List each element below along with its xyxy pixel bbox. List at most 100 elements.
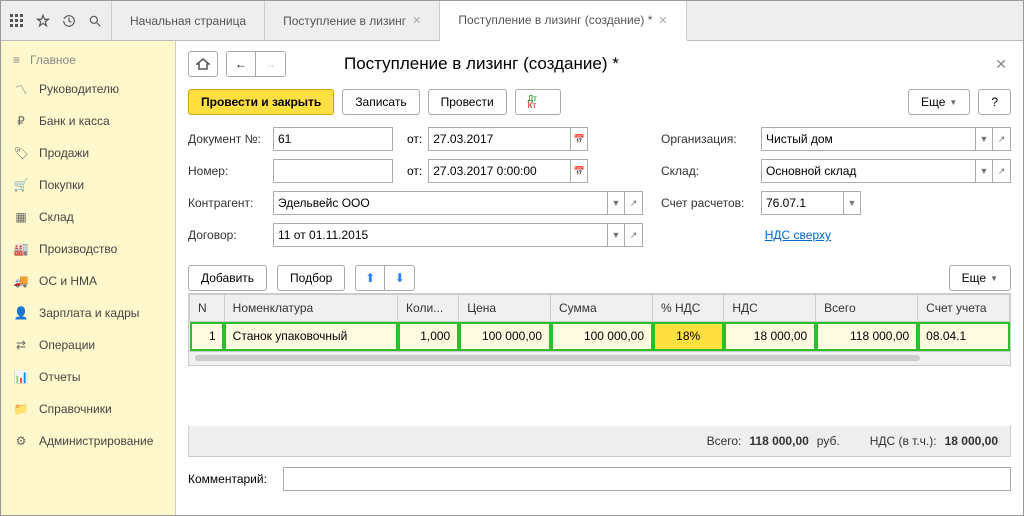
app-window: Начальная страница Поступление в лизинг✕… (0, 0, 1024, 516)
chevron-down-icon[interactable]: ▼ (607, 223, 625, 247)
vat-label: НДС (в т.ч.): (870, 434, 937, 448)
cell-nomen[interactable]: Станок упаковочный (224, 322, 397, 351)
sidebar-item[interactable]: ▦Склад (1, 201, 175, 233)
home-button[interactable] (188, 51, 218, 77)
search-icon[interactable] (87, 13, 103, 29)
write-button[interactable]: Записать (342, 89, 419, 115)
tab-1[interactable]: Поступление в лизинг✕ (265, 1, 440, 40)
cell-n[interactable]: 1 (190, 322, 225, 351)
move-up-button[interactable]: ⬆ (355, 265, 385, 291)
close-button[interactable]: ✕ (991, 52, 1011, 77)
col-sum[interactable]: Сумма (551, 295, 653, 322)
warehouse-icon: ▦ (13, 209, 29, 225)
open-icon[interactable]: ↗ (625, 223, 643, 247)
date1-input[interactable]: 27.03.2017 📅 (428, 127, 588, 151)
cell-vat[interactable]: 18 000,00 (724, 322, 816, 351)
help-button[interactable]: ? (978, 89, 1011, 115)
post-button[interactable]: Провести (428, 89, 507, 115)
top-bar: Начальная страница Поступление в лизинг✕… (1, 1, 1023, 41)
star-icon[interactable] (35, 13, 51, 29)
sidebar-item-label: Главное (30, 53, 76, 67)
tab-2[interactable]: Поступление в лизинг (создание) *✕ (440, 1, 686, 41)
apps-icon[interactable] (9, 13, 25, 29)
col-nomen[interactable]: Номенклатура (224, 295, 397, 322)
sidebar-item[interactable]: 📁Справочники (1, 393, 175, 425)
table-more-button[interactable]: Еще▼ (949, 265, 1011, 291)
cell-price[interactable]: 100 000,00 (459, 322, 551, 351)
contragent-combo[interactable]: Эдельвейс ООО ▼ ↗ (273, 191, 643, 215)
close-icon[interactable]: ✕ (412, 14, 421, 27)
more-button[interactable]: Еще▼ (908, 89, 970, 115)
col-qty[interactable]: Коли... (398, 295, 459, 322)
sidebar-item[interactable]: 🚚ОС и НМА (1, 265, 175, 297)
col-vatp[interactable]: % НДС (653, 295, 724, 322)
select-button[interactable]: Подбор (277, 265, 345, 291)
sidebar-item-label: Администрирование (39, 434, 153, 448)
back-button[interactable]: ← (226, 51, 256, 77)
sidebar-item[interactable]: 👤Зарплата и кадры (1, 297, 175, 329)
cell-qty[interactable]: 1,000 (398, 322, 459, 351)
sidebar-item[interactable]: 🏭Производство (1, 233, 175, 265)
col-total[interactable]: Всего (816, 295, 918, 322)
chevron-down-icon[interactable]: ▼ (843, 191, 861, 215)
col-price[interactable]: Цена (459, 295, 551, 322)
header-row: ← → Поступление в лизинг (создание) * ✕ (188, 51, 1011, 77)
form-row-num: Номер: от: 27.03.2017 0:00:00 📅 Склад: О… (188, 159, 1011, 183)
num-input[interactable] (273, 159, 393, 183)
move-down-button[interactable]: ⬇ (385, 265, 415, 291)
cell-sum[interactable]: 100 000,00 (551, 322, 653, 351)
comment-input[interactable] (283, 467, 1011, 491)
doc-num-input[interactable]: 61 (273, 127, 393, 151)
home-icon (196, 58, 210, 70)
chevron-down-icon[interactable]: ▼ (975, 127, 993, 151)
table-row[interactable]: 1 Станок упаковочный 1,000 100 000,00 10… (190, 322, 1010, 351)
post-and-close-button[interactable]: Провести и закрыть (188, 89, 334, 115)
open-icon[interactable]: ↗ (625, 191, 643, 215)
vat-mode-link[interactable]: НДС сверху (765, 228, 831, 242)
sidebar-item-label: Покупки (39, 178, 84, 192)
date2-input[interactable]: 27.03.2017 0:00:00 📅 (428, 159, 588, 183)
sidebar-item[interactable]: 〽Руководителю (1, 73, 175, 105)
schet-combo[interactable]: 76.07.1 ▼ (761, 191, 861, 215)
open-icon[interactable]: ↗ (993, 159, 1011, 183)
ops-icon: ⇄ (13, 337, 29, 353)
org-combo[interactable]: Чистый дом ▼ ↗ (761, 127, 1011, 151)
col-acct[interactable]: Счет учета (918, 295, 1010, 322)
sidebar-item-label: Руководителю (39, 82, 119, 96)
cell-total[interactable]: 118 000,00 (816, 322, 918, 351)
dtkt-button[interactable]: ДтКт (515, 89, 561, 115)
sidebar-item[interactable]: 📊Отчеты (1, 361, 175, 393)
history-icon[interactable] (61, 13, 77, 29)
open-icon[interactable]: ↗ (993, 127, 1011, 151)
sidebar-item-label: Справочники (39, 402, 112, 416)
forward-button[interactable]: → (256, 51, 286, 77)
contract-combo[interactable]: 11 от 01.11.2015 ▼ ↗ (273, 223, 643, 247)
close-icon[interactable]: ✕ (658, 14, 667, 27)
tab-home[interactable]: Начальная страница (112, 1, 265, 40)
sidebar-toggle[interactable]: ≡Главное (1, 47, 175, 73)
top-icons (1, 1, 112, 40)
chevron-down-icon[interactable]: ▼ (975, 159, 993, 183)
col-vat[interactable]: НДС (724, 295, 816, 322)
label-contragent: Контрагент: (188, 196, 273, 210)
add-button[interactable]: Добавить (188, 265, 267, 291)
calendar-icon[interactable]: 📅 (570, 159, 588, 183)
sidebar-item[interactable]: 🏷Продажи (1, 137, 175, 169)
command-bar: Провести и закрыть Записать Провести ДтК… (188, 89, 1011, 115)
cell-acct[interactable]: 08.04.1 (918, 322, 1010, 351)
label-sklad: Склад: (661, 164, 761, 178)
scroll-thumb[interactable] (195, 355, 920, 361)
calendar-icon[interactable]: 📅 (570, 127, 588, 151)
sidebar-item[interactable]: ₽Банк и касса (1, 105, 175, 137)
h-scrollbar[interactable] (188, 352, 1011, 366)
label-from: от: (407, 164, 422, 178)
sidebar-item[interactable]: ⇄Операции (1, 329, 175, 361)
sidebar-item[interactable]: 🛒Покупки (1, 169, 175, 201)
total-value: 118 000,00 (749, 434, 808, 448)
sklad-combo[interactable]: Основной склад ▼ ↗ (761, 159, 1011, 183)
page-title: Поступление в лизинг (создание) * (344, 54, 619, 74)
col-n[interactable]: N (190, 295, 225, 322)
sidebar-item[interactable]: ⚙Администрирование (1, 425, 175, 457)
cell-vatp[interactable]: 18% (653, 322, 724, 351)
chevron-down-icon[interactable]: ▼ (607, 191, 625, 215)
